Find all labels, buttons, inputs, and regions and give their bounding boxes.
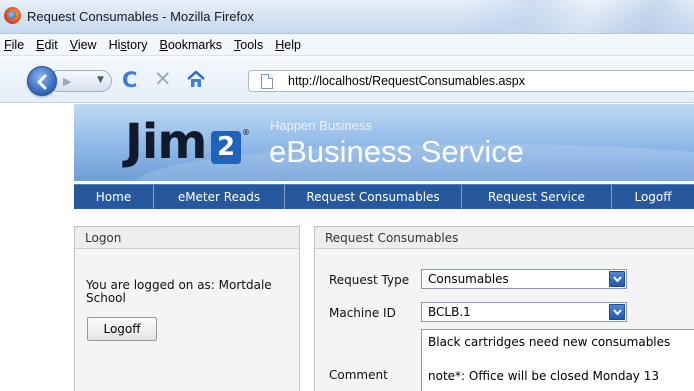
site-header-banner: Jim 2 ® Happen Business eBusiness Servic… xyxy=(74,104,694,181)
logon-panel-title: Logon xyxy=(85,231,122,245)
comment-textarea[interactable]: Black cartridges need new consumables no… xyxy=(421,329,694,391)
request-panel-title: Request Consumables xyxy=(325,231,459,245)
request-type-select[interactable]: Consumables xyxy=(421,269,627,289)
stop-icon[interactable]: ✕ xyxy=(154,68,172,90)
back-button[interactable] xyxy=(27,66,57,96)
menu-tools[interactable]: Tools xyxy=(234,38,263,52)
forward-button[interactable]: ▶ ▼ xyxy=(48,70,112,92)
url-text[interactable]: http://localhost/RequestConsumables.aspx xyxy=(288,74,525,88)
header-service-title: eBusiness Service xyxy=(269,134,525,169)
request-consumables-panel: Request Consumables Request Type Consuma… xyxy=(314,226,694,391)
machine-id-label: Machine ID xyxy=(329,306,396,320)
comment-line-2: note*: Office will be closed Monday 13 xyxy=(428,369,659,383)
request-panel-header: Request Consumables xyxy=(315,227,694,249)
reload-icon[interactable]: C xyxy=(122,69,137,91)
request-type-value: Consumables xyxy=(428,272,509,286)
menu-bookmarks[interactable]: Bookmarks xyxy=(160,38,223,52)
menu-bar: File Edit View History Bookmarks Tools H… xyxy=(0,34,694,56)
machine-id-value: BCLB.1 xyxy=(428,305,471,319)
menu-edit[interactable]: Edit xyxy=(36,38,58,52)
site-menu-request-consumables[interactable]: Request Consumables xyxy=(285,185,462,209)
menu-view[interactable]: View xyxy=(70,38,97,52)
machine-id-select[interactable]: BCLB.1 xyxy=(421,302,627,322)
jim-logo-number: 2 xyxy=(211,131,241,164)
site-menu-logoff[interactable]: Logoff xyxy=(612,185,694,209)
header-tagline: Happen Business xyxy=(270,118,372,133)
comment-line-1: Black cartridges need new consumables xyxy=(428,335,671,349)
site-menu-request-service[interactable]: Request Service xyxy=(462,185,612,209)
forward-arrow-icon: ▶ xyxy=(63,75,72,88)
machine-id-dropdown-button[interactable] xyxy=(609,304,625,320)
logon-panel-header: Logon xyxy=(75,227,299,249)
window-titlebar: Request Consumables - Mozilla Firefox xyxy=(0,0,694,34)
registered-mark: ® xyxy=(242,128,250,137)
address-bar[interactable]: http://localhost/RequestConsumables.aspx xyxy=(248,70,694,92)
logon-panel: Logon You are logged on as: Mortdale Sch… xyxy=(74,226,300,391)
menu-help[interactable]: Help xyxy=(275,38,301,52)
home-icon[interactable] xyxy=(186,70,206,88)
menu-file[interactable]: File xyxy=(4,38,24,52)
jim-logo-text: Jim xyxy=(125,114,207,170)
request-type-dropdown-button[interactable] xyxy=(609,271,625,287)
logged-on-message: You are logged on as: Mortdale School xyxy=(86,278,272,305)
comment-label: Comment xyxy=(329,368,388,382)
chevron-down-icon xyxy=(613,276,622,283)
history-dropdown-icon[interactable]: ▼ xyxy=(97,75,104,85)
site-navigation-menu: Home eMeter Reads Request Consumables Re… xyxy=(74,184,694,209)
page-icon xyxy=(261,74,273,89)
titlebar-glass-decoration xyxy=(460,0,694,33)
firefox-icon xyxy=(4,7,21,24)
back-arrow-icon xyxy=(37,74,47,90)
chevron-down-icon xyxy=(613,309,622,316)
menu-history[interactable]: History xyxy=(109,38,148,52)
window-title: Request Consumables - Mozilla Firefox xyxy=(27,9,254,24)
site-menu-home[interactable]: Home xyxy=(74,185,154,209)
navigation-toolbar: ▶ ▼ C ✕ http://localhost/RequestConsumab… xyxy=(0,57,694,103)
request-type-label: Request Type xyxy=(329,273,410,287)
logoff-button[interactable]: Logoff xyxy=(87,317,157,341)
site-menu-emeter-reads[interactable]: eMeter Reads xyxy=(154,185,285,209)
